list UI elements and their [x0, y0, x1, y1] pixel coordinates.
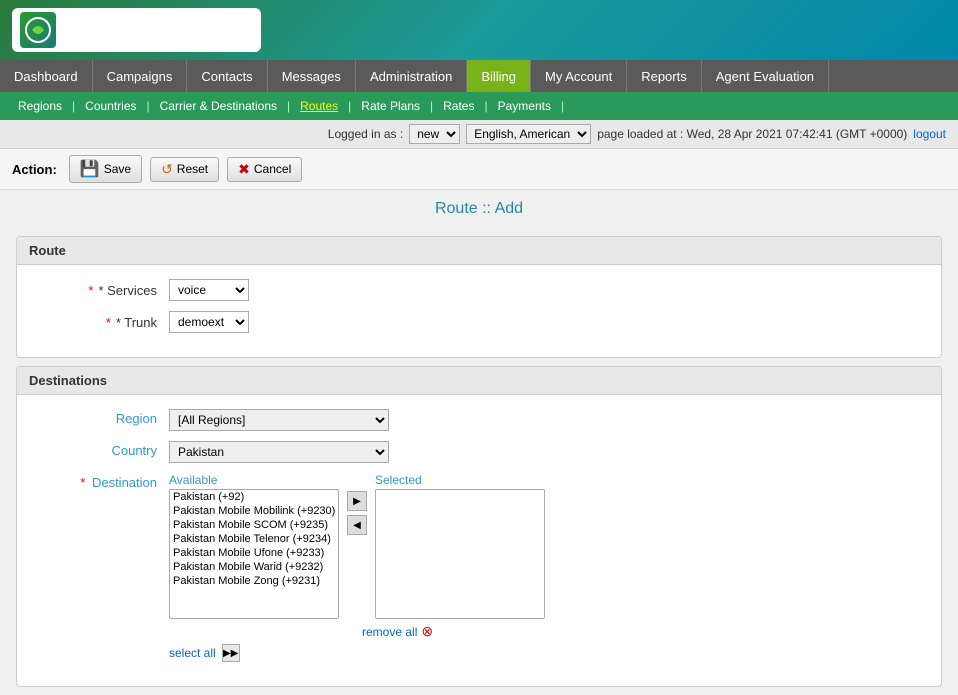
region-label: Region	[37, 409, 157, 426]
remove-all-icon[interactable]: ⊗	[421, 623, 433, 640]
subnav-regions[interactable]: Regions	[8, 99, 72, 113]
available-header: Available	[169, 473, 339, 487]
list-item[interactable]: Pakistan Mobile Zong (+9231)	[170, 574, 338, 588]
nav-messages[interactable]: Messages	[268, 60, 356, 92]
list-item[interactable]: Pakistan (+92)	[170, 490, 338, 504]
select-all-link[interactable]: select all	[169, 646, 216, 660]
logo-icon	[20, 12, 56, 48]
trunk-required: *	[106, 315, 111, 330]
header: ICT Broadcast	[0, 0, 958, 60]
nav-myaccount[interactable]: My Account	[531, 60, 627, 92]
action-label: Action:	[12, 162, 57, 177]
move-all-right-button[interactable]: ▶▶	[222, 644, 240, 662]
country-select[interactable]: Pakistan	[169, 441, 389, 463]
country-row: Country Pakistan	[37, 441, 921, 463]
selected-header: Selected	[375, 473, 545, 487]
arrow-col: ▶ ◀	[347, 473, 367, 535]
move-left-button[interactable]: ◀	[347, 515, 367, 535]
trunk-select[interactable]: demoext	[169, 311, 249, 333]
available-col: Available Pakistan (+92) Pakistan Mobile…	[169, 473, 339, 619]
destinations-section-header: Destinations	[17, 367, 941, 395]
services-row: ** Services voice fax sms	[37, 279, 921, 301]
reset-icon: ↺	[161, 161, 173, 178]
reset-label: Reset	[177, 162, 208, 176]
subnav-payments[interactable]: Payments	[488, 99, 561, 113]
sep-7: |	[561, 99, 564, 113]
info-bar: Logged in as : new English, American pag…	[0, 120, 958, 149]
remove-all-link[interactable]: remove all	[362, 625, 417, 639]
user-select[interactable]: new	[409, 124, 460, 144]
list-item[interactable]: Pakistan Mobile Ufone (+9233)	[170, 546, 338, 560]
trunk-label: ** Trunk	[37, 315, 157, 330]
destinations-section: Destinations Region [All Regions] Countr…	[16, 366, 942, 687]
selected-list[interactable]	[375, 489, 545, 619]
header-title: ICT Broadcast	[64, 16, 253, 44]
route-section-body: ** Services voice fax sms ** Trunk demoe…	[17, 265, 941, 357]
select-all-row: select all ▶▶	[169, 644, 545, 662]
subnav-rate-plans[interactable]: Rate Plans	[351, 99, 430, 113]
country-control: Pakistan	[169, 441, 389, 463]
destination-label: * Destination	[37, 473, 157, 490]
nav-campaigns[interactable]: Campaigns	[93, 60, 188, 92]
list-item[interactable]: Pakistan Mobile Warid (+9232)	[170, 560, 338, 574]
language-select[interactable]: English, American	[466, 124, 591, 144]
nav-dashboard[interactable]: Dashboard	[0, 60, 93, 92]
services-select[interactable]: voice fax sms	[169, 279, 249, 301]
cancel-icon: ✖	[238, 161, 250, 178]
region-row: Region [All Regions]	[37, 409, 921, 431]
remove-all-row: remove all ⊗	[173, 623, 545, 640]
region-select[interactable]: [All Regions]	[169, 409, 389, 431]
page-title: Route :: Add	[0, 190, 958, 228]
country-label: Country	[37, 441, 157, 458]
available-list[interactable]: Pakistan (+92) Pakistan Mobile Mobilink …	[169, 489, 339, 619]
nav-administration[interactable]: Administration	[356, 60, 467, 92]
region-control: [All Regions]	[169, 409, 389, 431]
list-item[interactable]: Pakistan Mobile Mobilink (+9230)	[170, 504, 338, 518]
nav-contacts[interactable]: Contacts	[187, 60, 267, 92]
nav-agent-evaluation[interactable]: Agent Evaluation	[702, 60, 829, 92]
logged-in-label: Logged in as :	[328, 127, 403, 141]
list-item[interactable]: Pakistan Mobile Telenor (+9234)	[170, 532, 338, 546]
top-nav: Dashboard Campaigns Contacts Messages Ad…	[0, 60, 958, 92]
subnav-countries[interactable]: Countries	[75, 99, 146, 113]
subnav-routes[interactable]: Routes	[290, 99, 348, 113]
move-right-button[interactable]: ▶	[347, 491, 367, 511]
action-bar: Action: 💾 Save ↺ Reset ✖ Cancel	[0, 149, 958, 190]
nav-reports[interactable]: Reports	[627, 60, 702, 92]
services-label: ** Services	[37, 283, 157, 298]
route-section-header: Route	[17, 237, 941, 265]
route-section: Route ** Services voice fax sms ** Trunk…	[16, 236, 942, 358]
destinations-section-body: Region [All Regions] Country Pakistan * …	[17, 395, 941, 686]
subnav-carrier-destinations[interactable]: Carrier & Destinations	[150, 99, 287, 113]
services-required: *	[88, 283, 93, 298]
subnav-rates[interactable]: Rates	[433, 99, 484, 113]
page-loaded: page loaded at : Wed, 28 Apr 2021 07:42:…	[597, 127, 907, 141]
reset-button[interactable]: ↺ Reset	[150, 157, 219, 182]
cancel-label: Cancel	[254, 162, 291, 176]
destination-row: * Destination Available Pakistan (+92) P…	[37, 473, 921, 662]
save-button[interactable]: 💾 Save	[69, 155, 142, 183]
save-label: Save	[104, 162, 131, 176]
save-icon: 💾	[80, 159, 100, 179]
selected-col: Selected	[375, 473, 545, 619]
trunk-row: ** Trunk demoext	[37, 311, 921, 333]
logout-link[interactable]: logout	[913, 127, 946, 141]
cancel-button[interactable]: ✖ Cancel	[227, 157, 302, 182]
nav-billing[interactable]: Billing	[467, 60, 531, 92]
list-item[interactable]: Pakistan Mobile SCOM (+9235)	[170, 518, 338, 532]
destination-control: Available Pakistan (+92) Pakistan Mobile…	[169, 473, 545, 662]
logo-box: ICT Broadcast	[12, 8, 261, 52]
sub-nav: Regions | Countries | Carrier & Destinat…	[0, 92, 958, 120]
